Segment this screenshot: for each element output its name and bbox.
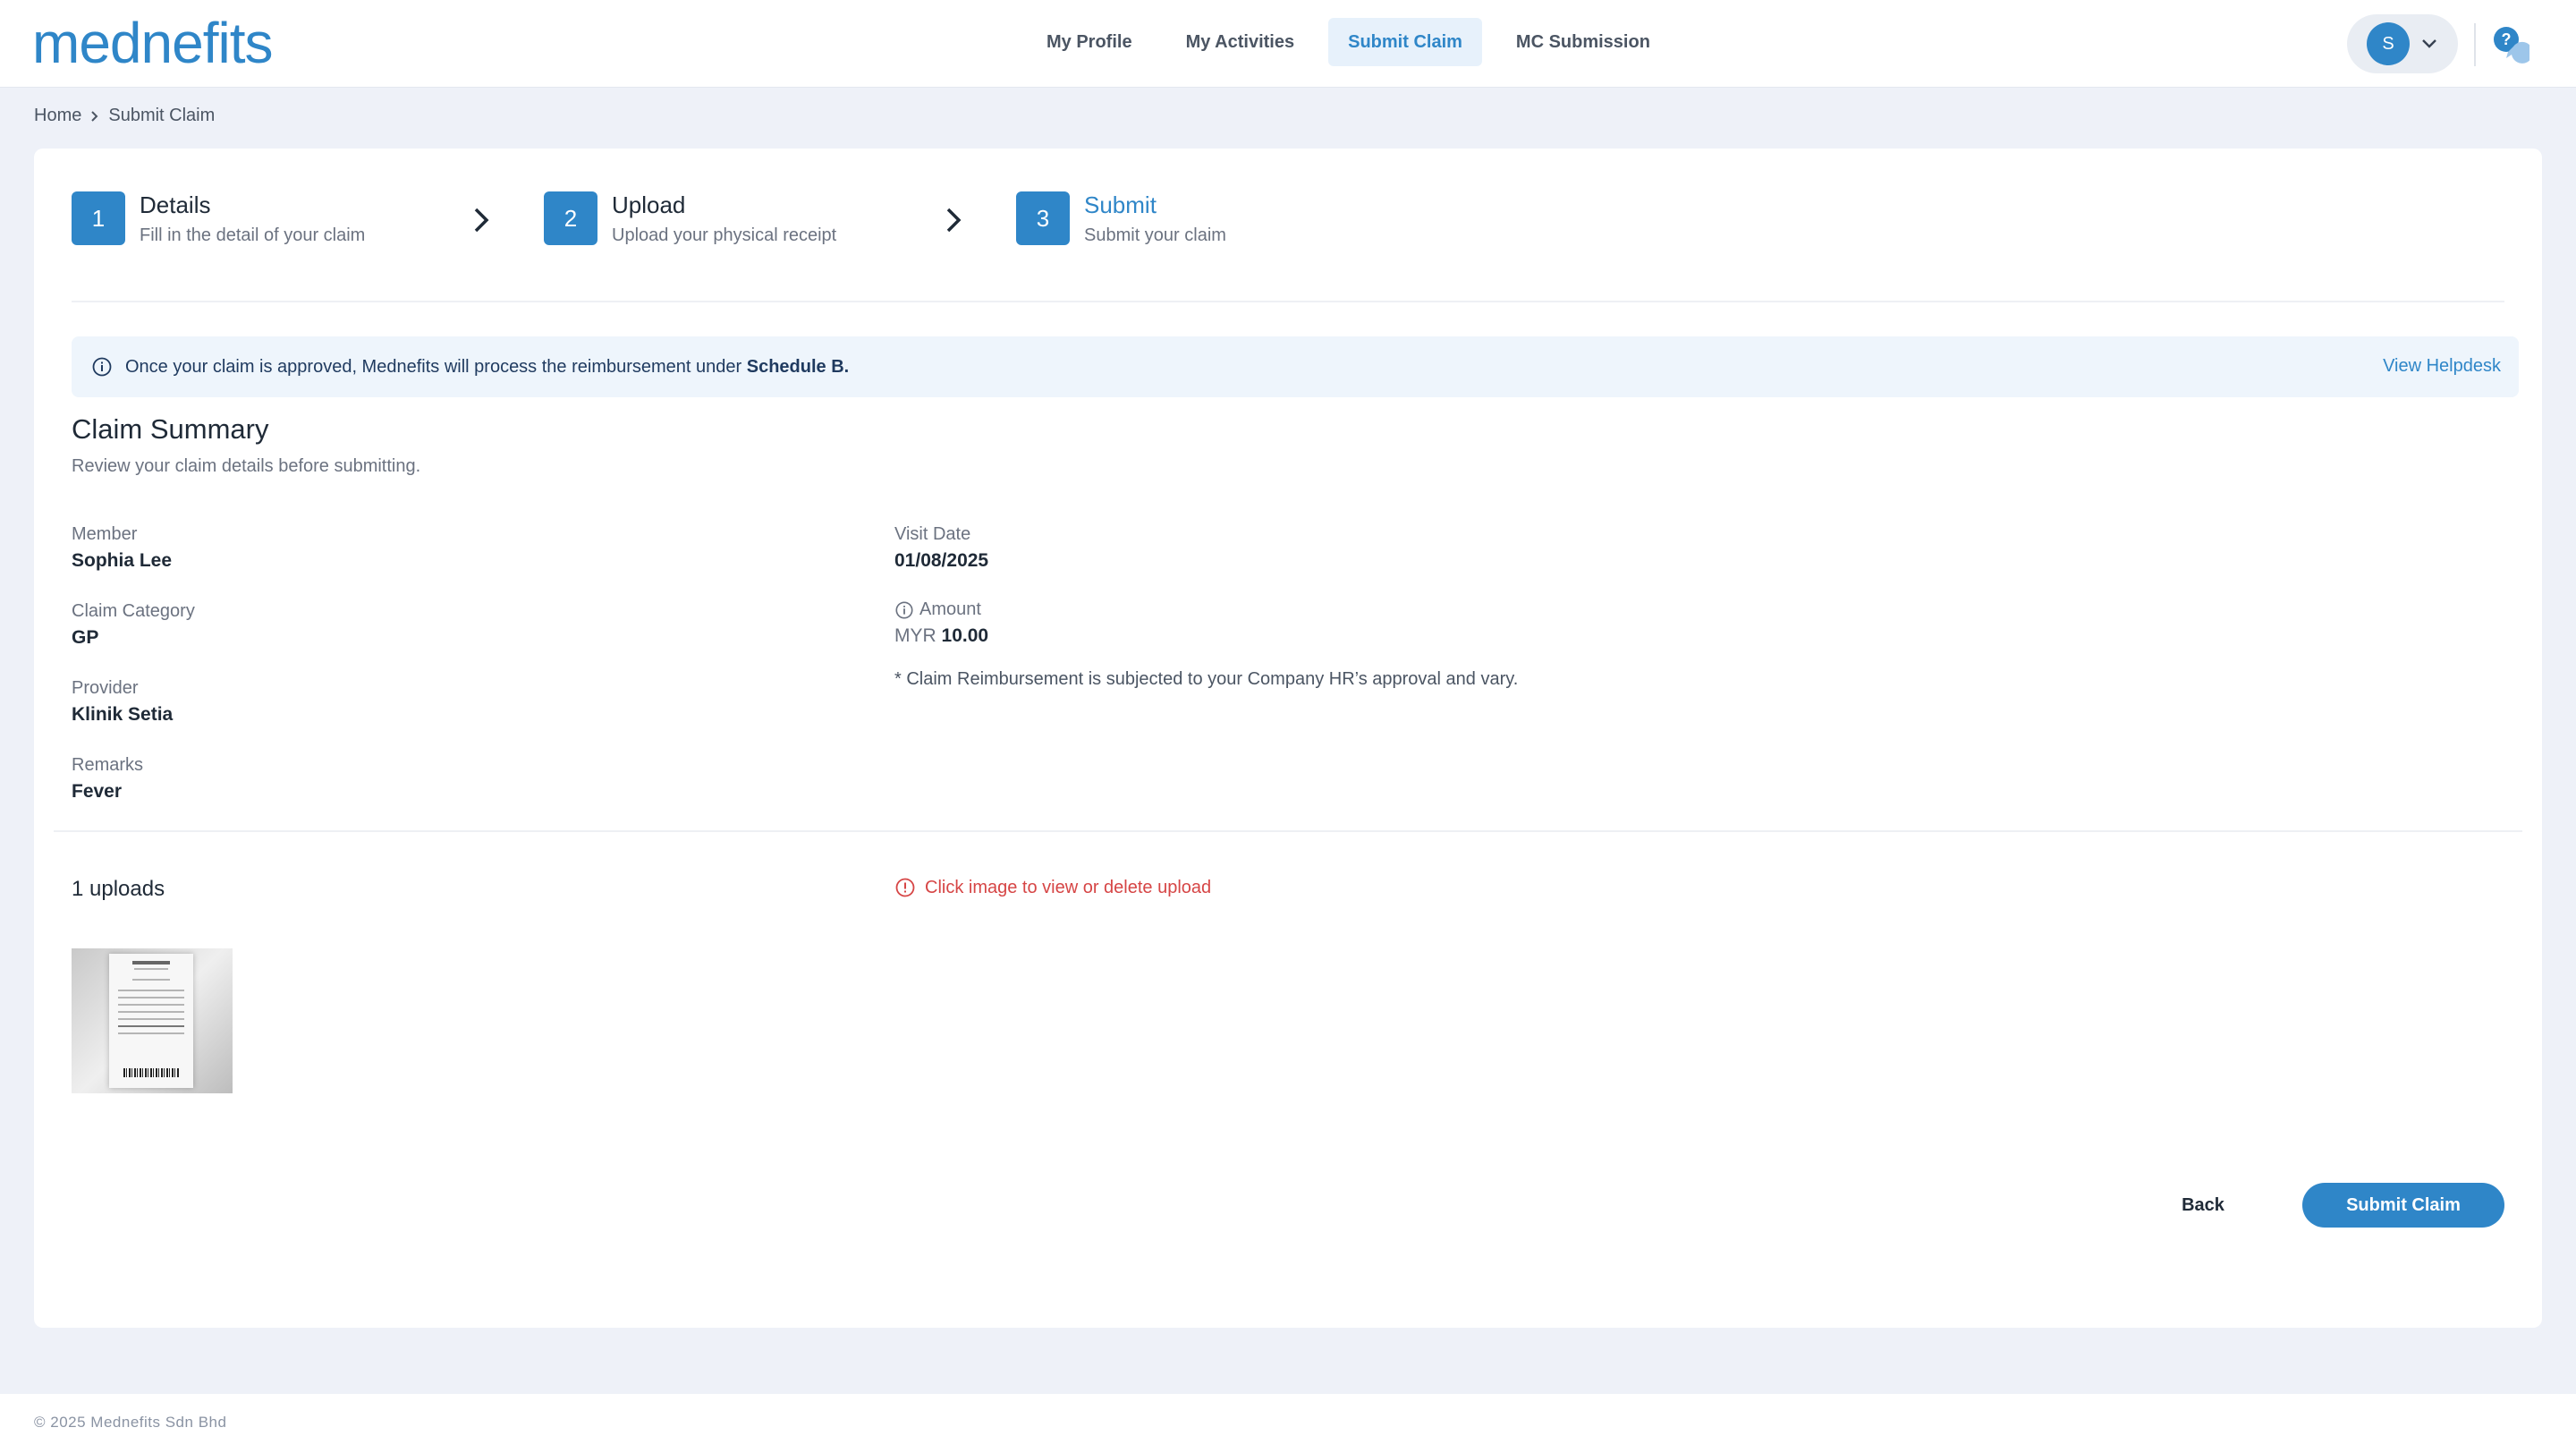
remarks-field: Remarks Fever — [72, 755, 143, 803]
chevron-down-icon — [2422, 39, 2436, 48]
info-icon — [92, 357, 112, 377]
member-field: Member Sophia Lee — [72, 524, 172, 572]
info-banner: Once your claim is approved, Mednefits w… — [72, 336, 2519, 397]
claim-card: 1 Details Fill in the detail of your cla… — [34, 149, 2542, 1328]
section-divider — [54, 830, 2522, 832]
step-upload[interactable]: 2 Upload Upload your physical receipt — [544, 191, 836, 246]
user-menu[interactable]: S — [2347, 14, 2458, 73]
step-number: 3 — [1016, 191, 1070, 245]
receipt-image — [109, 954, 193, 1088]
step-submit[interactable]: 3 Submit Submit your claim — [1016, 191, 1226, 246]
field-label: Visit Date — [894, 524, 971, 544]
upload-hint: Click image to view or delete upload — [894, 877, 1211, 898]
step-subtitle: Upload your physical receipt — [612, 225, 837, 245]
amount-value: 10.00 — [941, 625, 989, 646]
field-label: Claim Category — [72, 601, 195, 621]
copyright-text: © 2025 Mednefits Sdn Bhd — [34, 1414, 227, 1431]
banner-message: Once your claim is approved, Mednefits w… — [125, 356, 747, 377]
visit-date-field: Visit Date 01/08/2025 — [894, 524, 988, 572]
field-label: Amount — [919, 599, 981, 619]
upload-hint-text: Click image to view or delete upload — [925, 877, 1212, 897]
step-title: Upload — [612, 191, 686, 218]
banner-schedule: Schedule B. — [746, 356, 850, 377]
nav-my-activities[interactable]: My Activities — [1166, 18, 1315, 66]
step-title: Submit — [1084, 191, 1157, 218]
breadcrumb: Home Submit Claim — [34, 106, 215, 126]
claim-category-field: Claim Category GP — [72, 601, 195, 649]
back-button[interactable]: Back — [2136, 1183, 2270, 1228]
provider-field: Provider Klinik Setia — [72, 678, 173, 726]
avatar: S — [2367, 22, 2410, 65]
step-number: 2 — [544, 191, 597, 245]
summary-title: Claim Summary — [72, 413, 269, 445]
alert-icon — [895, 878, 915, 897]
field-value: Klinik Setia — [72, 704, 174, 725]
field-value: Sophia Lee — [72, 550, 173, 571]
field-label: Provider — [72, 678, 139, 698]
currency: MYR — [894, 625, 936, 646]
footer: © 2025 Mednefits Sdn Bhd — [0, 1394, 2576, 1453]
field-value: 01/08/2025 — [894, 550, 989, 571]
step-number: 1 — [72, 191, 125, 245]
view-helpdesk-link[interactable]: View Helpdesk — [2383, 356, 2501, 377]
breadcrumb-current: Submit Claim — [108, 106, 216, 125]
chevron-right-icon — [946, 208, 962, 233]
summary-subtitle: Review your claim details before submitt… — [72, 456, 421, 476]
receipt-thumbnail[interactable] — [72, 948, 233, 1093]
chevron-right-icon — [474, 208, 489, 233]
main-nav: My Profile My Activities Submit Claim MC… — [1027, 18, 1670, 66]
info-icon[interactable] — [894, 600, 914, 620]
chevron-right-icon — [91, 110, 98, 122]
breadcrumb-home[interactable]: Home — [34, 106, 81, 126]
stepper: 1 Details Fill in the detail of your cla… — [72, 191, 2504, 302]
amount-field: Amount MYR 10.00 — [894, 599, 988, 647]
step-title: Details — [140, 191, 211, 218]
nav-submit-claim[interactable]: Submit Claim — [1328, 18, 1482, 66]
top-navbar: mednefits My Profile My Activities Submi… — [0, 0, 2576, 88]
nav-my-profile[interactable]: My Profile — [1027, 18, 1152, 66]
field-value: GP — [72, 627, 99, 648]
banner-text: Once your claim is approved, Mednefits w… — [125, 357, 849, 378]
step-subtitle: Fill in the detail of your claim — [140, 225, 366, 245]
nav-divider — [2474, 23, 2476, 66]
svg-text:?: ? — [2502, 30, 2512, 48]
mednefits-logo[interactable]: mednefits — [32, 16, 318, 72]
logo-text: mednefits — [32, 16, 272, 72]
step-subtitle: Submit your claim — [1084, 225, 1226, 245]
step-details[interactable]: 1 Details Fill in the detail of your cla… — [72, 191, 365, 246]
uploads-count: 1 uploads — [72, 877, 165, 901]
field-value: Fever — [72, 781, 123, 802]
field-label: Remarks — [72, 755, 144, 775]
chat-help-icon[interactable]: ? — [2490, 25, 2529, 64]
field-label: Member — [72, 524, 138, 544]
submit-claim-button[interactable]: Submit Claim — [2302, 1183, 2504, 1228]
reimbursement-note: * Claim Reimbursement is subjected to yo… — [894, 669, 1519, 689]
nav-mc-submission[interactable]: MC Submission — [1496, 18, 1670, 66]
